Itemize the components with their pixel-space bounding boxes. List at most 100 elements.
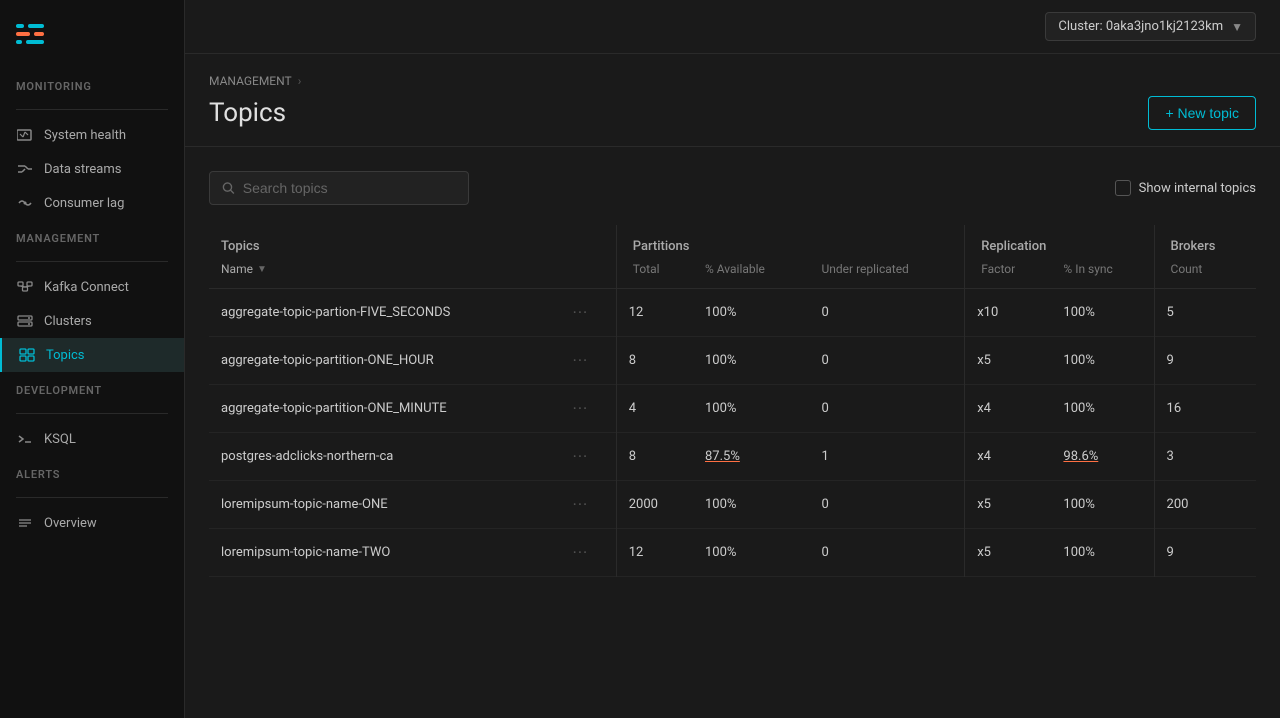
table-col-headers: Name ▼ Total % Available Under replicate…: [209, 258, 1256, 289]
table-row: aggregate-topic-partition-ONE_MINUTE ···…: [209, 385, 1256, 433]
page-header: MANAGEMENT › Topics + New topic: [185, 54, 1280, 147]
system-health-icon: [16, 126, 34, 144]
topic-name-cell[interactable]: aggregate-topic-partition-ONE_MINUTE: [209, 385, 561, 433]
sidebar-item-system-health[interactable]: System health: [0, 118, 184, 152]
show-internal-checkbox[interactable]: [1115, 180, 1131, 196]
topic-menu-cell[interactable]: ···: [561, 289, 617, 337]
count-cell: 5: [1154, 289, 1256, 337]
topic-menu-dots[interactable]: ···: [573, 543, 589, 562]
topic-menu-cell[interactable]: ···: [561, 481, 617, 529]
pct-available-cell: 87.5%: [693, 433, 810, 481]
sidebar-item-ksql[interactable]: KSQL: [0, 422, 184, 456]
sidebar-item-overview-label: Overview: [44, 516, 97, 531]
count-cell: 9: [1154, 337, 1256, 385]
table-section-headers: Topics Partitions Replication Brokers: [209, 225, 1256, 258]
main-content: Cluster: 0aka3jno1kj2123km ▼ MANAGEMENT …: [185, 0, 1280, 718]
topic-menu-dots[interactable]: ···: [573, 399, 589, 418]
logo: [0, 16, 184, 68]
topic-name-cell[interactable]: postgres-adclicks-northern-ca: [209, 433, 561, 481]
sidebar: MONITORING System health Data streams: [0, 0, 185, 718]
factor-cell: x4: [965, 433, 1052, 481]
topic-name-cell[interactable]: aggregate-topic-partion-FIVE_SECONDS: [209, 289, 561, 337]
factor-cell: x5: [965, 529, 1052, 577]
sidebar-item-ksql-label: KSQL: [44, 432, 76, 447]
pct-in-sync-cell: 100%: [1051, 385, 1154, 433]
topic-menu-cell[interactable]: ···: [561, 529, 617, 577]
total-cell: 12: [616, 289, 693, 337]
topic-menu-cell[interactable]: ···: [561, 385, 617, 433]
content-area: Show internal topics Topics Partitions R…: [185, 147, 1280, 718]
search-input[interactable]: [243, 180, 456, 196]
sidebar-item-system-health-label: System health: [44, 128, 126, 143]
factor-cell: x4: [965, 385, 1052, 433]
factor-cell: x5: [965, 481, 1052, 529]
show-internal-toggle[interactable]: Show internal topics: [1115, 180, 1256, 196]
chevron-down-icon: ▼: [1231, 20, 1243, 34]
new-topic-button[interactable]: + New topic: [1148, 96, 1256, 130]
under-replicated-cell: 0: [809, 385, 964, 433]
total-cell: 12: [616, 529, 693, 577]
topic-menu-cell[interactable]: ···: [561, 433, 617, 481]
topic-menu-dots[interactable]: ···: [573, 447, 589, 466]
table-body: aggregate-topic-partion-FIVE_SECONDS ···…: [209, 289, 1256, 577]
sidebar-item-clusters[interactable]: Clusters: [0, 304, 184, 338]
divider-1: [16, 109, 168, 110]
table-row: aggregate-topic-partition-ONE_HOUR ··· 8…: [209, 337, 1256, 385]
total-cell: 8: [616, 433, 693, 481]
sidebar-item-clusters-label: Clusters: [44, 314, 92, 329]
sidebar-item-topics[interactable]: Topics: [0, 338, 184, 372]
topic-name-cell[interactable]: loremipsum-topic-name-ONE: [209, 481, 561, 529]
topic-name-cell[interactable]: loremipsum-topic-name-TWO: [209, 529, 561, 577]
topic-name-cell[interactable]: aggregate-topic-partition-ONE_HOUR: [209, 337, 561, 385]
count-cell: 9: [1154, 529, 1256, 577]
breadcrumb-management[interactable]: MANAGEMENT: [209, 74, 292, 88]
management-section-label: MANAGEMENT: [0, 220, 184, 253]
under-replicated-cell: 1: [809, 433, 964, 481]
table-row: postgres-adclicks-northern-ca ··· 8 87.5…: [209, 433, 1256, 481]
cluster-selector-label: Cluster: 0aka3jno1kj2123km: [1058, 19, 1223, 34]
col-header-factor: Factor: [965, 258, 1052, 289]
col-header-under-replicated: Under replicated: [809, 258, 964, 289]
col-header-name[interactable]: Name ▼: [209, 258, 561, 289]
pct-available-cell: 100%: [693, 289, 810, 337]
total-cell: 2000: [616, 481, 693, 529]
breadcrumb-separator: ›: [298, 74, 302, 88]
topic-menu-dots[interactable]: ···: [573, 495, 589, 514]
sidebar-item-overview[interactable]: Overview: [0, 506, 184, 540]
col-header-count: Count: [1154, 258, 1256, 289]
pct-available-cell: 100%: [693, 481, 810, 529]
divider-3: [16, 413, 168, 414]
divider-2: [16, 261, 168, 262]
sidebar-item-kafka-connect[interactable]: Kafka Connect: [0, 270, 184, 304]
search-icon: [222, 181, 235, 195]
breadcrumb: MANAGEMENT ›: [209, 74, 1256, 88]
cluster-selector[interactable]: Cluster: 0aka3jno1kj2123km ▼: [1045, 12, 1256, 41]
count-cell: 200: [1154, 481, 1256, 529]
topic-menu-cell[interactable]: ···: [561, 337, 617, 385]
sort-icon: ▼: [257, 264, 267, 275]
under-replicated-cell: 0: [809, 289, 964, 337]
toolbar: Show internal topics: [209, 171, 1256, 205]
topic-menu-dots[interactable]: ···: [573, 351, 589, 370]
pct-in-sync-cell: 100%: [1051, 337, 1154, 385]
under-replicated-cell: 0: [809, 481, 964, 529]
table-row: aggregate-topic-partion-FIVE_SECONDS ···…: [209, 289, 1256, 337]
sidebar-item-kafka-connect-label: Kafka Connect: [44, 280, 129, 295]
development-section-label: DEVELOPMENT: [0, 372, 184, 405]
sidebar-item-consumer-lag[interactable]: Consumer lag: [0, 186, 184, 220]
sidebar-item-data-streams[interactable]: Data streams: [0, 152, 184, 186]
table-row: loremipsum-topic-name-ONE ··· 2000 100% …: [209, 481, 1256, 529]
alerts-section-label: ALERTS: [0, 456, 184, 489]
pct-in-sync-cell: 100%: [1051, 289, 1154, 337]
sidebar-item-consumer-lag-label: Consumer lag: [44, 196, 124, 211]
topic-menu-dots[interactable]: ···: [573, 303, 589, 322]
total-cell: 4: [616, 385, 693, 433]
under-replicated-cell: 0: [809, 529, 964, 577]
col-header-pct-in-sync: % In sync: [1051, 258, 1154, 289]
show-internal-label: Show internal topics: [1139, 181, 1256, 196]
table-row: loremipsum-topic-name-TWO ··· 12 100% 0 …: [209, 529, 1256, 577]
monitoring-section-label: MONITORING: [0, 68, 184, 101]
pct-available-cell: 100%: [693, 529, 810, 577]
pct-in-sync-cell: 98.6%: [1051, 433, 1154, 481]
search-wrapper[interactable]: [209, 171, 469, 205]
